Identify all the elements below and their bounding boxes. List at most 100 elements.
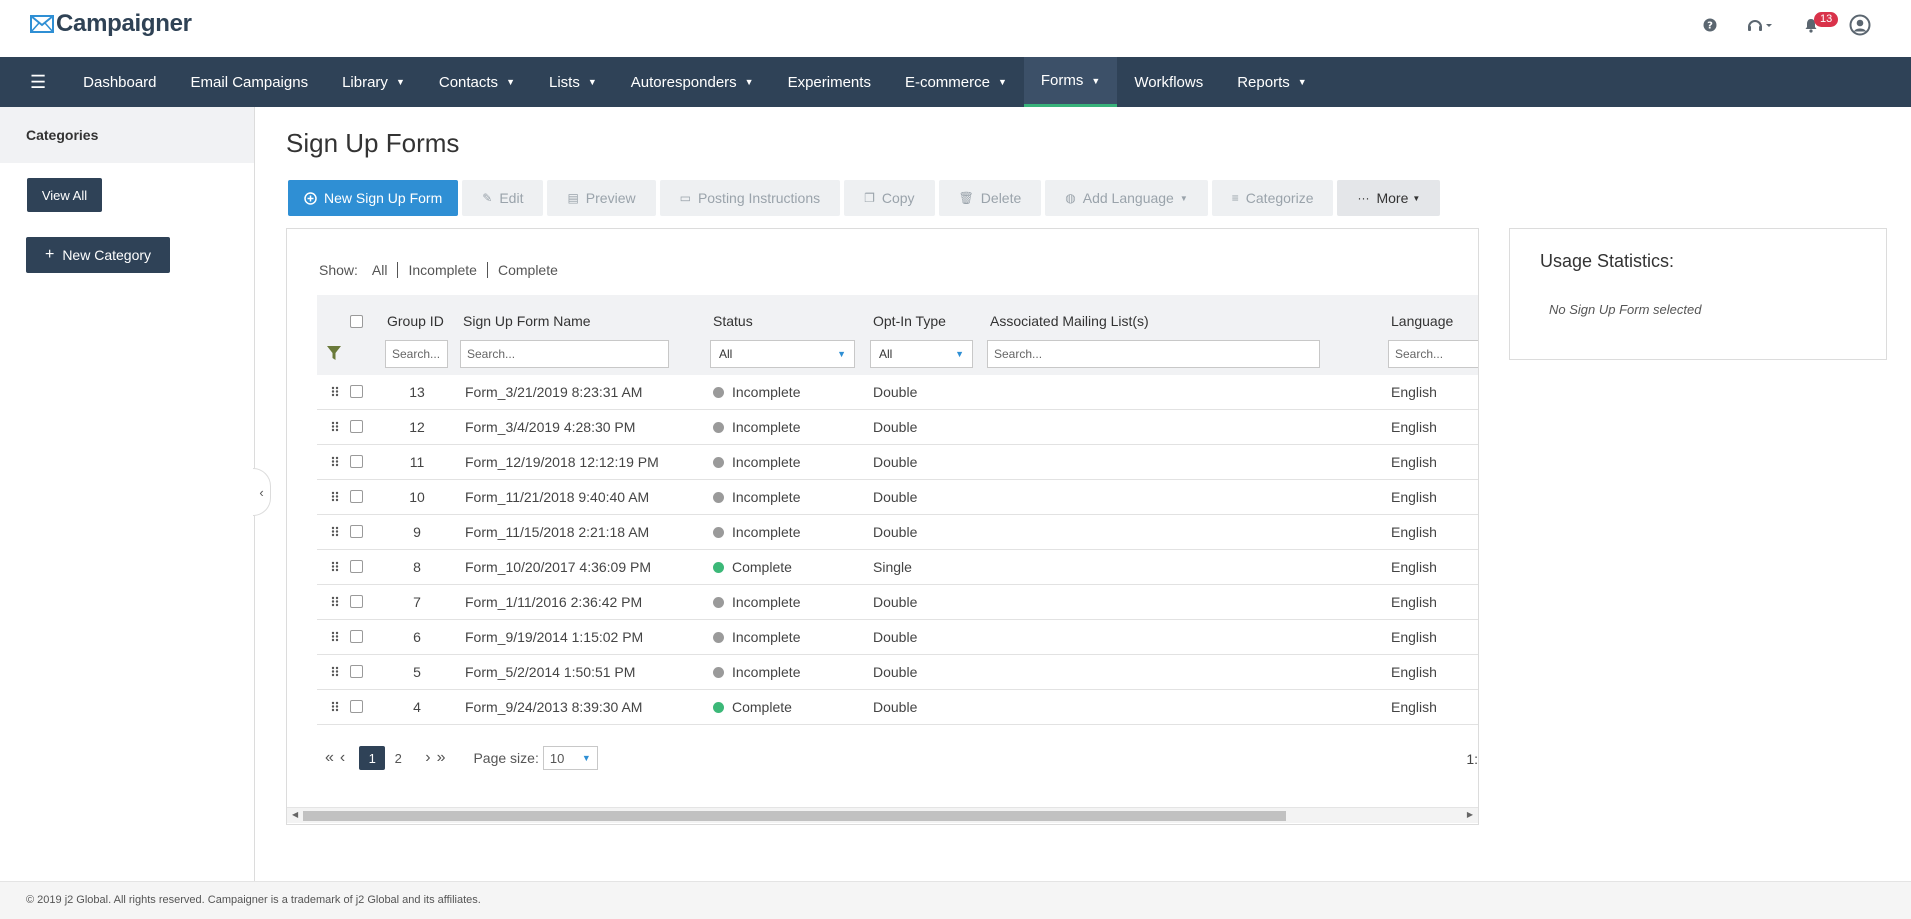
help-icon[interactable]: ? bbox=[1703, 18, 1717, 32]
page-size-select[interactable]: 10 ▼ bbox=[542, 746, 598, 770]
select-all-checkbox[interactable] bbox=[350, 315, 363, 328]
pager: « ‹ 1 2 › » Page size: 10 ▼ bbox=[325, 746, 598, 770]
drag-handle-icon[interactable] bbox=[331, 526, 339, 537]
posting-instructions-button[interactable]: ▭ Posting Instructions bbox=[659, 180, 841, 216]
nav-experiments[interactable]: Experiments bbox=[771, 57, 888, 107]
prev-page-icon[interactable]: ‹ bbox=[340, 749, 345, 767]
drag-handle-icon[interactable] bbox=[331, 456, 339, 467]
scroll-right-icon[interactable]: ▶ bbox=[1467, 810, 1473, 819]
nav-forms[interactable]: Forms ▼ bbox=[1023, 57, 1118, 107]
row-checkbox[interactable] bbox=[350, 630, 363, 643]
row-checkbox[interactable] bbox=[350, 665, 363, 678]
drag-handle-icon[interactable] bbox=[331, 491, 339, 502]
nav-reports[interactable]: Reports ▼ bbox=[1220, 57, 1323, 107]
col-optin-type[interactable]: Opt-In Type bbox=[873, 313, 946, 329]
cell-optin-type: Double bbox=[873, 524, 918, 540]
mailing-lists-search-input[interactable]: Search... bbox=[987, 340, 1320, 368]
drag-handle-icon[interactable] bbox=[331, 596, 339, 607]
nav-contacts[interactable]: Contacts ▼ bbox=[422, 57, 532, 107]
new-sign-up-form-button[interactable]: New Sign Up Form bbox=[288, 180, 459, 216]
language-search-input[interactable]: Search... bbox=[1388, 340, 1478, 368]
filter-icon[interactable] bbox=[327, 345, 341, 361]
row-checkbox[interactable] bbox=[350, 595, 363, 608]
col-language[interactable]: Language bbox=[1391, 313, 1453, 329]
notifications-button[interactable]: 13 bbox=[1803, 12, 1839, 33]
cell-form-name: Form_9/19/2014 1:15:02 PM bbox=[465, 629, 644, 645]
row-checkbox[interactable] bbox=[350, 385, 363, 398]
drag-handle-icon[interactable] bbox=[331, 666, 339, 677]
more-button[interactable]: ··· More ▼ bbox=[1337, 180, 1441, 216]
row-checkbox[interactable] bbox=[350, 420, 363, 433]
scroll-left-icon[interactable]: ◀ bbox=[292, 810, 298, 819]
status-filter-select[interactable]: All ▼ bbox=[710, 340, 855, 368]
new-category-button[interactable]: + New Category bbox=[26, 237, 170, 273]
nav-autoresponders[interactable]: Autoresponders ▼ bbox=[614, 57, 771, 107]
cell-optin-type: Double bbox=[873, 594, 918, 610]
table-row[interactable]: 8 Form_10/20/2017 4:36:09 PM Complete Singl… bbox=[317, 550, 1478, 585]
user-icon[interactable] bbox=[1849, 14, 1871, 36]
page-1-button[interactable]: 1 bbox=[359, 746, 386, 770]
cell-status: Complete bbox=[713, 559, 792, 575]
filter-incomplete[interactable]: Incomplete bbox=[398, 262, 488, 278]
row-checkbox[interactable] bbox=[350, 455, 363, 468]
chevron-down-icon: ▼ bbox=[581, 753, 591, 763]
table-row[interactable]: 13 Form_3/21/2019 8:23:31 AM Incomplete Dou… bbox=[317, 375, 1478, 410]
drag-handle-icon[interactable] bbox=[331, 701, 339, 712]
pencil-icon: ✎ bbox=[482, 191, 493, 205]
col-mailing-lists[interactable]: Associated Mailing List(s) bbox=[990, 313, 1149, 329]
copy-icon: ❐ bbox=[864, 191, 875, 205]
brand-logo[interactable]: Campaigner bbox=[30, 10, 192, 38]
drag-handle-icon[interactable] bbox=[331, 561, 339, 572]
drag-handle-icon[interactable] bbox=[331, 386, 339, 397]
last-page-icon[interactable]: » bbox=[437, 749, 446, 767]
sidebar-collapse-button[interactable]: ‹ bbox=[253, 468, 271, 516]
row-checkbox[interactable] bbox=[350, 525, 363, 538]
delete-button[interactable]: 🗑 Delete bbox=[938, 180, 1042, 216]
table-row[interactable]: 6 Form_9/19/2014 1:15:02 PM Incomplete Doub… bbox=[317, 620, 1478, 655]
nav-email-campaigns[interactable]: Email Campaigns bbox=[174, 57, 326, 107]
nav-library[interactable]: Library ▼ bbox=[325, 57, 422, 107]
nav-ecommerce[interactable]: E-commerce ▼ bbox=[888, 57, 1024, 107]
categorize-button[interactable]: ≡ Categorize bbox=[1211, 180, 1334, 216]
group-id-search-input[interactable]: Search... bbox=[385, 340, 448, 368]
filter-complete[interactable]: Complete bbox=[488, 262, 568, 278]
table-row[interactable]: 11 Form_12/19/2018 12:12:19 PM Incomplete D… bbox=[317, 445, 1478, 480]
nav-dashboard[interactable]: Dashboard bbox=[66, 57, 173, 107]
scrollbar-thumb[interactable] bbox=[303, 811, 1286, 821]
table-row[interactable]: 4 Form_9/24/2013 8:39:30 AM Complete Double… bbox=[317, 690, 1478, 725]
drag-handle-icon[interactable] bbox=[331, 631, 339, 642]
row-checkbox[interactable] bbox=[350, 490, 363, 503]
copy-button[interactable]: ❐ Copy bbox=[844, 180, 935, 216]
row-checkbox[interactable] bbox=[350, 700, 363, 713]
drag-handle-icon[interactable] bbox=[331, 421, 339, 432]
preview-button[interactable]: ▤ Preview bbox=[547, 180, 656, 216]
categorize-icon: ≡ bbox=[1231, 191, 1239, 205]
first-page-icon[interactable]: « bbox=[325, 749, 334, 767]
page-2-button[interactable]: 2 bbox=[385, 746, 411, 770]
cell-optin-type: Double bbox=[873, 699, 918, 715]
optin-filter-select[interactable]: All ▼ bbox=[870, 340, 973, 368]
horizontal-scrollbar[interactable]: ◀ ▶ bbox=[287, 807, 1478, 823]
chevron-down-icon: ▼ bbox=[997, 77, 1007, 87]
edit-button[interactable]: ✎ Edit bbox=[462, 180, 544, 216]
table-row[interactable]: 9 Form_11/15/2018 2:21:18 AM Incomplete Dou… bbox=[317, 515, 1478, 550]
col-form-name[interactable]: Sign Up Form Name bbox=[463, 313, 591, 329]
view-all-button[interactable]: View All bbox=[27, 178, 102, 212]
cell-group-id: 8 bbox=[413, 559, 421, 575]
col-group-id[interactable]: Group ID bbox=[387, 313, 444, 329]
headset-icon[interactable] bbox=[1747, 18, 1773, 32]
hamburger-icon[interactable]: ☰ bbox=[0, 57, 66, 107]
filter-all[interactable]: All bbox=[362, 262, 399, 278]
table-row[interactable]: 12 Form_3/4/2019 4:28:30 PM Incomplete Doub… bbox=[317, 410, 1478, 445]
add-language-button[interactable]: ◍ Add Language ▼ bbox=[1045, 180, 1208, 216]
nav-workflows[interactable]: Workflows bbox=[1117, 57, 1220, 107]
form-name-search-input[interactable]: Search... bbox=[460, 340, 669, 368]
table-row[interactable]: 7 Form_1/11/2016 2:36:42 PM Incomplete Doub… bbox=[317, 585, 1478, 620]
row-checkbox[interactable] bbox=[350, 560, 363, 573]
table-row[interactable]: 5 Form_5/2/2014 1:50:51 PM Incomplete Doubl… bbox=[317, 655, 1478, 690]
table-row[interactable]: 10 Form_11/21/2018 9:40:40 AM Incomplete Do… bbox=[317, 480, 1478, 515]
next-page-icon[interactable]: › bbox=[425, 749, 430, 767]
cell-language: English bbox=[1391, 489, 1437, 505]
col-status[interactable]: Status bbox=[713, 313, 753, 329]
nav-lists[interactable]: Lists ▼ bbox=[532, 57, 614, 107]
